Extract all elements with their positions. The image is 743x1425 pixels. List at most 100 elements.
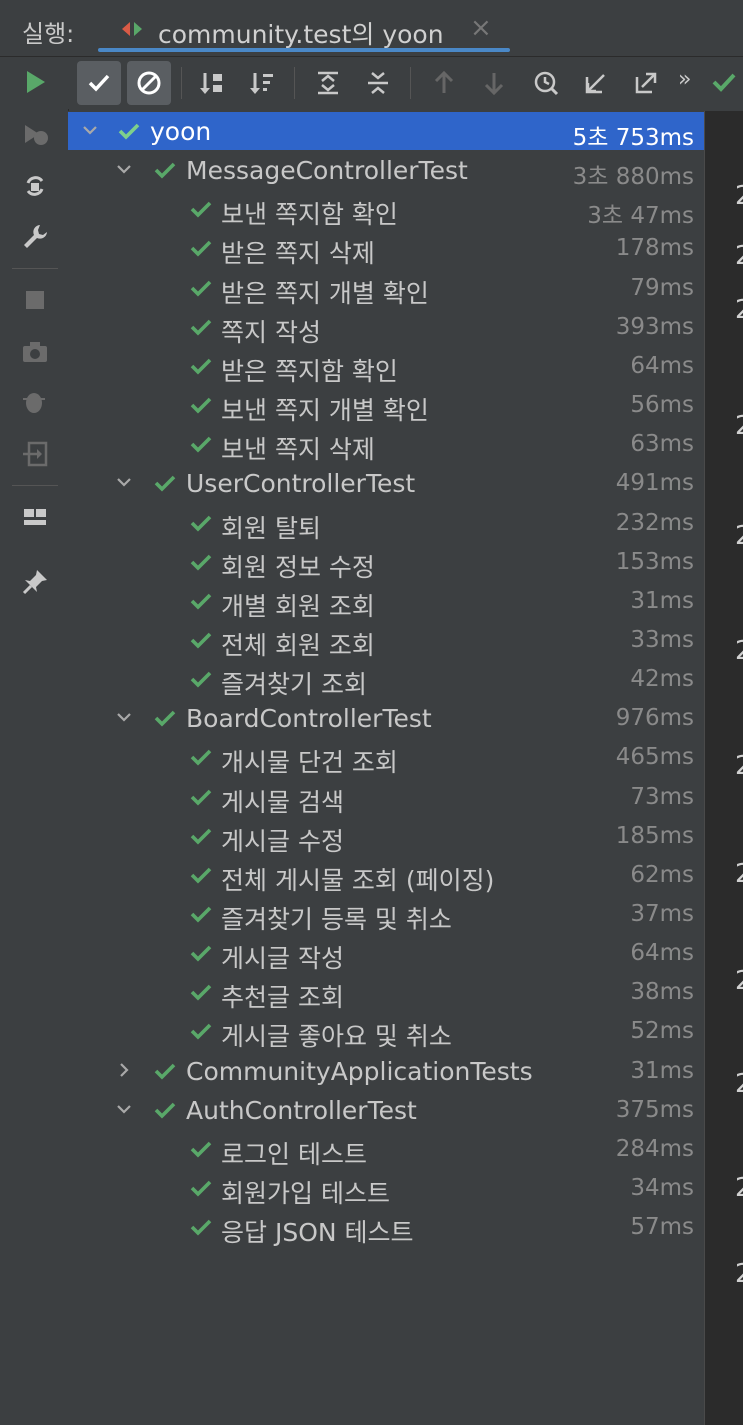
close-icon[interactable]: × [470, 13, 492, 43]
test-toolbar: » [68, 57, 743, 109]
test-case-row[interactable]: 보낸 쪽지 개별 확인 56ms [68, 386, 704, 425]
test-suite-row[interactable]: BoardControllerTest 976ms [68, 699, 704, 737]
expand-all-button[interactable] [306, 61, 350, 105]
test-case-row[interactable]: 추천글 조회 38ms [68, 973, 704, 1012]
test-suite-row[interactable]: UserControllerTest 491ms [68, 464, 704, 502]
stop-icon[interactable] [20, 285, 50, 315]
test-case-row[interactable]: 쪽지 작성 393ms [68, 308, 704, 347]
console-line: 2 [735, 1259, 743, 1289]
test-label: 게시물 검색 [221, 788, 344, 817]
tree-root-row[interactable]: yoon 5초 753ms [68, 112, 704, 151]
test-case-row[interactable]: 즐겨찾기 등록 및 취소 37ms [68, 895, 704, 934]
passed-check-icon [190, 514, 212, 532]
test-label: AuthControllerTest [186, 1096, 417, 1125]
test-case-row[interactable]: 회원 탈퇴 232ms [68, 504, 704, 543]
test-duration: 31ms [630, 588, 694, 614]
chevron-right-icon[interactable] [114, 1060, 134, 1080]
sort-alpha-icon [200, 73, 222, 94]
test-case-row[interactable]: 보낸 쪽지함 확인 3초 47ms [68, 190, 704, 229]
test-label: 게시글 좋아요 및 취소 [221, 1022, 452, 1051]
test-label: CommunityApplicationTests [186, 1057, 533, 1086]
import-icon[interactable] [20, 439, 50, 469]
test-duration: 63ms [630, 431, 694, 457]
test-label: 받은 쪽지 삭제 [221, 239, 375, 268]
passed-check-icon [154, 474, 176, 492]
console-line: 2 [735, 521, 743, 551]
test-suite-row[interactable]: MessageControllerTest 3초 880ms [68, 151, 704, 190]
test-label: 회원가입 테스트 [221, 1179, 390, 1208]
passed-check-icon [190, 553, 212, 571]
chevron-down-icon[interactable] [114, 707, 134, 727]
test-case-row[interactable]: 개시물 단건 조회 465ms [68, 738, 704, 777]
run-config-tab[interactable]: community.test의 yoon × [98, 6, 510, 52]
test-duration: 976ms [615, 705, 694, 731]
test-case-row[interactable]: 회원가입 테스트 34ms [68, 1169, 704, 1208]
tab-underline [98, 48, 510, 52]
passed-check-icon [190, 1140, 212, 1158]
test-history-button[interactable] [524, 61, 568, 105]
rerun-icon[interactable] [20, 67, 50, 97]
passed-check-icon [190, 435, 212, 453]
passed-check-icon [190, 592, 212, 610]
test-label: 즐겨찾기 조회 [221, 670, 367, 699]
previous-failed-button[interactable] [422, 61, 466, 105]
chevron-down-icon[interactable] [114, 159, 134, 179]
test-duration: 3초 880ms [572, 164, 694, 190]
console-line: 2 [735, 966, 743, 996]
test-case-row[interactable]: 받은 쪽지 개별 확인 79ms [68, 269, 704, 308]
import-tests-button[interactable] [574, 61, 618, 105]
wrench-icon[interactable] [20, 221, 50, 251]
next-failed-button[interactable] [472, 61, 516, 105]
pin-icon[interactable] [20, 567, 50, 597]
test-case-row[interactable]: 로그인 테스트 284ms [68, 1130, 704, 1169]
test-label: yoon [150, 117, 212, 146]
test-case-row[interactable]: 응답 JSON 테스트 57ms [68, 1208, 704, 1247]
more-actions-button[interactable]: » [678, 67, 691, 92]
toggle-auto-test-icon[interactable] [20, 171, 50, 201]
export-tests-button[interactable] [624, 61, 668, 105]
collapse-all-button[interactable] [356, 61, 400, 105]
test-case-row[interactable]: 회원 정보 수정 153ms [68, 543, 704, 582]
rerun-failed-icon[interactable] [20, 119, 50, 149]
test-case-row[interactable]: 전체 게시물 조회 (페이징) 62ms [68, 856, 704, 895]
test-duration: 62ms [630, 862, 694, 888]
passed-check-icon [190, 788, 212, 806]
test-label: 받은 쪽지함 확인 [221, 357, 398, 386]
console-output[interactable]: 2 2 2 2 2 2 2 2 2 2 2 2 [704, 111, 743, 1425]
passed-check-icon [190, 200, 212, 218]
test-case-row[interactable]: 게시물 검색 73ms [68, 778, 704, 817]
camera-icon[interactable] [20, 337, 50, 367]
test-duration: 3초 47ms [587, 203, 694, 229]
test-case-row[interactable]: 받은 쪽지함 확인 64ms [68, 347, 704, 386]
show-ignored-button[interactable] [127, 61, 171, 105]
passed-check-icon [154, 1062, 176, 1080]
test-case-row[interactable]: 전체 회원 조회 33ms [68, 621, 704, 660]
sort-by-duration-button[interactable] [240, 61, 284, 105]
test-case-row[interactable]: 개별 회원 조회 31ms [68, 582, 704, 621]
left-toolbar [0, 57, 69, 1425]
test-label: 게시글 작성 [221, 944, 344, 973]
test-case-row[interactable]: 게시글 작성 64ms [68, 934, 704, 973]
passed-check-icon [190, 748, 212, 766]
test-duration: 79ms [630, 275, 694, 301]
show-passed-button[interactable] [77, 61, 121, 105]
passed-check-icon [190, 279, 212, 297]
passed-check-icon [190, 905, 212, 923]
test-label: 추천글 조회 [221, 983, 344, 1012]
chevron-down-icon[interactable] [80, 120, 100, 140]
test-suite-row[interactable]: CommunityApplicationTests 31ms [68, 1052, 704, 1090]
test-suite-row[interactable]: AuthControllerTest 375ms [68, 1091, 704, 1129]
chevron-down-icon[interactable] [114, 1099, 134, 1119]
run-tool-window-header: 실행: community.test의 yoon × [0, 0, 743, 57]
chevron-down-icon[interactable] [114, 472, 134, 492]
test-case-row[interactable]: 게시글 수정 185ms [68, 817, 704, 856]
test-case-row[interactable]: 받은 쪽지 삭제 178ms [68, 229, 704, 268]
sort-alphabetically-button[interactable] [190, 61, 234, 105]
debug-icon[interactable] [20, 387, 50, 417]
test-label: 보낸 쪽지 개별 확인 [221, 396, 429, 425]
test-case-row[interactable]: 게시글 좋아요 및 취소 52ms [68, 1012, 704, 1051]
test-case-row[interactable]: 보낸 쪽지 삭제 63ms [68, 425, 704, 464]
layout-icon[interactable] [20, 503, 50, 533]
test-case-row[interactable]: 즐겨찾기 조회 42ms [68, 660, 704, 699]
test-duration: 37ms [630, 901, 694, 927]
